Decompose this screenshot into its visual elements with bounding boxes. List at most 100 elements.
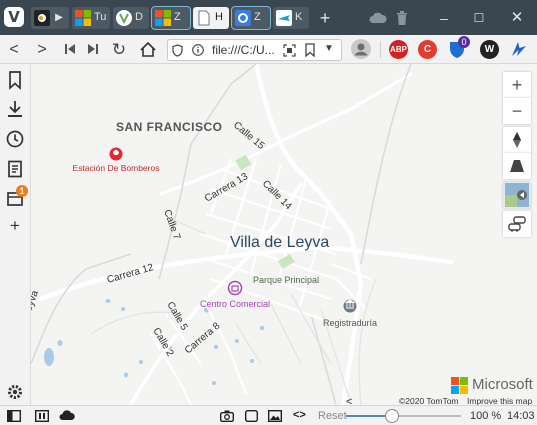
tab-4-label: Z [174, 11, 181, 23]
fire-station-name: Estación De Bomberos [73, 163, 160, 173]
tab-5-active[interactable]: H [193, 7, 229, 29]
toggle-panel-icon[interactable] [7, 410, 21, 422]
reload-button[interactable]: ↻ [109, 40, 129, 60]
title-bar: V ▶ Tu D Z H Z K + – ☐ ✕ [0, 0, 537, 35]
bookmarks-panel-icon[interactable] [5, 70, 25, 90]
microsoft-favicon-icon [75, 10, 91, 26]
back-button[interactable]: < [4, 40, 24, 60]
tab-2-label: Tu [94, 11, 107, 23]
bookmark-icon[interactable] [305, 43, 315, 57]
microsoft-favicon-icon [155, 10, 171, 26]
tab-5-label: H [215, 11, 223, 23]
vivaldi-menu-button[interactable]: V [4, 7, 24, 27]
improve-map-link[interactable]: Improve this map [467, 396, 532, 405]
tab-tiling-icon[interactable] [35, 410, 49, 422]
road-label-calle-15: Calle 15 [231, 120, 267, 152]
microsoft-logo-icon [451, 377, 468, 394]
trash-icon[interactable] [396, 11, 408, 25]
page-actions-icon[interactable]: <> [293, 409, 306, 421]
close-button[interactable]: ✕ [506, 8, 528, 28]
tab-6[interactable]: Z [231, 6, 271, 30]
new-tab-button[interactable]: + [314, 8, 336, 28]
compass-button[interactable] [503, 127, 531, 153]
mall-label: Centro Comercial [200, 299, 270, 309]
tab-favicon-icon [34, 10, 50, 26]
minimize-button[interactable]: – [433, 8, 455, 28]
tomtom-attribution: ©2020 TomTom [399, 396, 459, 405]
zoom-out-button[interactable]: − [503, 98, 531, 124]
plane-favicon-icon [276, 10, 292, 26]
address-field[interactable]: file:///C:/U... ▼ [167, 39, 342, 61]
zoom-percent-text: 100 % [470, 410, 502, 422]
extension-count-badge: 0 [458, 36, 470, 48]
forward-button[interactable]: > [32, 40, 52, 60]
fire-station-poi[interactable]: Estación De Bomberos [73, 147, 160, 174]
blue-ring-favicon-icon [235, 10, 251, 26]
home-icon[interactable] [140, 42, 156, 57]
sync-cloud-icon[interactable] [59, 410, 75, 421]
document-icon [198, 10, 210, 26]
image-toggle-icon[interactable] [268, 410, 282, 422]
compass-icon [513, 132, 521, 148]
page-tiling-icon[interactable] [245, 410, 258, 422]
tab-2[interactable]: Tu [72, 7, 110, 29]
info-icon[interactable] [192, 44, 204, 56]
map-view[interactable]: SAN FRANCISCO Villa de Leyva Calle 15 Ca… [31, 64, 537, 405]
clock-text: 14:03 [507, 410, 535, 422]
capture-camera-icon[interactable] [220, 410, 234, 422]
district-label: SAN FRANCISCO [116, 120, 223, 134]
road-label-carrera-12: Carrera 12 [106, 262, 155, 286]
road-label-leyva: Leyva [31, 289, 41, 318]
qr-capture-icon[interactable] [283, 44, 296, 57]
zoom-slider-track[interactable] [346, 409, 461, 423]
park-label: Parque Principal [253, 275, 319, 285]
status-bar: <> Reset 100 % 14:03 [0, 405, 537, 425]
play-icon: ▶ [55, 12, 63, 23]
zoom-slider-thumb[interactable] [385, 409, 399, 423]
address-dropdown-icon[interactable]: ▼ [324, 43, 334, 54]
history-panel-icon[interactable] [5, 129, 25, 149]
tab-1[interactable]: ▶ [31, 7, 69, 29]
tab-7[interactable]: K [273, 7, 309, 29]
rewind-icon[interactable] [65, 44, 75, 54]
map-style-icon [505, 183, 529, 207]
side-panel: 1 + [0, 64, 31, 405]
w-extension-icon[interactable]: W [480, 40, 499, 59]
tab-3-label: D [135, 11, 143, 23]
add-web-panel-button[interactable]: + [5, 216, 25, 236]
adblock-plus-icon[interactable]: ABP [389, 40, 408, 59]
map-style-button[interactable] [503, 182, 531, 208]
registry-poi[interactable]: Registraduría [323, 299, 377, 329]
pitch-button[interactable] [503, 153, 531, 179]
traffic-button[interactable] [503, 211, 531, 237]
maximize-button[interactable]: ☐ [468, 8, 490, 28]
tab-6-label: Z [254, 11, 261, 23]
notes-panel-icon[interactable] [5, 159, 25, 179]
park-poi[interactable]: Parque Principal [253, 275, 319, 285]
road-label-calle-7: Calle 7 [161, 208, 182, 241]
zoom-in-button[interactable]: + [503, 72, 531, 98]
shield-icon[interactable] [172, 44, 183, 57]
zoom-reset-button[interactable]: Reset [318, 410, 347, 422]
map-canvas[interactable]: SAN FRANCISCO Villa de Leyva Calle 15 Ca… [31, 64, 537, 405]
vivaldi-favicon-icon [116, 10, 132, 26]
address-toolbar: < > ↻ file:///C:/U... ▼ ABP C 0 W [0, 35, 537, 64]
fire-station-label: Estación De Bomberos [73, 163, 160, 173]
cloud-sync-icon[interactable] [369, 12, 387, 24]
toolbar-divider [380, 41, 381, 58]
lastpass-icon[interactable]: C [418, 40, 437, 59]
microsoft-brand-text: Microsoft [472, 376, 533, 393]
url-text: file:///C:/U... [212, 43, 275, 57]
pitch-icon [510, 160, 524, 172]
map-edge-arrow: < [346, 396, 352, 405]
tab-3[interactable]: D [113, 7, 149, 29]
downloads-panel-icon[interactable] [5, 99, 25, 119]
notification-badge: 1 [16, 185, 28, 197]
profile-avatar-icon[interactable] [351, 39, 371, 59]
settings-gear-icon[interactable] [5, 382, 25, 402]
fast-forward-icon[interactable] [88, 44, 98, 54]
traffic-cars-icon [508, 216, 526, 232]
speed-extension-icon[interactable] [510, 40, 528, 58]
major-roads-outline [31, 64, 412, 405]
tab-4[interactable]: Z [151, 6, 191, 30]
